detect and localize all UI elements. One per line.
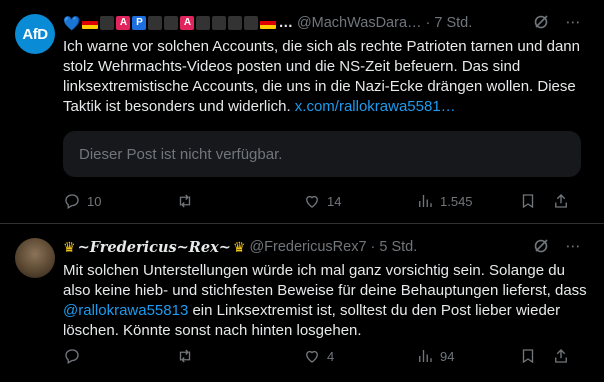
crown-icon: ♛	[232, 238, 246, 255]
reply-button[interactable]	[63, 347, 81, 365]
share-icon	[555, 194, 567, 208]
view-count: 94	[440, 348, 455, 364]
share-button[interactable]	[552, 347, 570, 365]
emoji-icon	[164, 16, 179, 30]
view-count: 1.545	[440, 193, 473, 209]
share-button[interactable]	[552, 192, 570, 210]
repost-button[interactable]	[176, 192, 194, 210]
heart-icon	[306, 195, 318, 208]
emoji-icon	[148, 16, 163, 30]
like-button[interactable]: 4	[303, 347, 334, 365]
views-button[interactable]: 94	[416, 347, 454, 365]
emoji-icon	[100, 16, 115, 30]
emoji-icon	[212, 16, 227, 30]
bookmark-button[interactable]	[519, 192, 537, 210]
like-button[interactable]: 14	[303, 192, 341, 210]
header-icons: ⋯	[532, 13, 582, 31]
handle[interactable]: @FredericusRex7	[249, 239, 366, 255]
letter-a-icon: A	[180, 16, 195, 30]
views-icon	[419, 350, 432, 362]
like-count: 14	[327, 193, 342, 209]
reply-button[interactable]: 10	[63, 192, 101, 210]
mention-link[interactable]: @rallokrawa55813	[63, 302, 188, 319]
action-bar: 4 94	[63, 346, 590, 366]
german-flag-icon	[260, 17, 277, 29]
heart-icon	[306, 350, 318, 363]
timestamp[interactable]: 5 Std.	[379, 239, 417, 255]
tweet-text: Mit solchen Unterstellungen würde ich ma…	[63, 261, 590, 341]
action-bar: 10 14 1.545	[63, 191, 590, 211]
grok-icon[interactable]	[532, 237, 550, 255]
reply-icon	[65, 194, 79, 209]
tweet-header: ♛ ~Fredericus~Rex~ ♛ @FredericusRex7 · 5…	[63, 237, 594, 257]
emoji-icon	[228, 16, 243, 30]
repost-icon	[179, 349, 191, 363]
emoji-icon	[196, 16, 211, 30]
tweet-afd[interactable]: AfD 💙 A P A … @MachWasDara… · 7 Std. ⋯ I…	[0, 0, 604, 224]
bookmark-button[interactable]	[519, 347, 537, 365]
views-button[interactable]: 1.545	[416, 192, 473, 210]
german-flag-icon	[82, 17, 99, 29]
separator: ·	[425, 15, 431, 31]
share-icon	[555, 349, 567, 363]
tweet-link[interactable]: x.com/rallokrawa5581…	[295, 98, 456, 115]
letter-a-icon: A	[116, 16, 131, 30]
afd-logo: AfD	[22, 25, 48, 43]
avatar[interactable]: AfD	[15, 14, 55, 54]
display-name[interactable]: ♛ ~Fredericus~Rex~ ♛	[63, 239, 245, 256]
more-icon[interactable]: ⋯	[564, 237, 582, 255]
crown-icon: ♛	[63, 238, 76, 255]
letter-p-icon: P	[132, 16, 147, 30]
bookmark-icon	[522, 194, 534, 209]
tweet-body-start: Mit solchen Unterstellungen würde ich ma…	[63, 262, 587, 299]
timestamp[interactable]: 7 Std.	[434, 15, 472, 31]
reply-count: 10	[87, 193, 102, 209]
repost-icon	[179, 194, 191, 208]
bookmark-icon	[522, 349, 534, 364]
handle[interactable]: @MachWasDara…	[297, 15, 422, 31]
views-icon	[419, 195, 432, 207]
tweet-header: 💙 A P A … @MachWasDara… · 7 Std. ⋯	[63, 13, 594, 33]
like-count: 4	[327, 348, 335, 364]
more-icon[interactable]: ⋯	[564, 13, 582, 31]
reply-icon	[65, 349, 79, 364]
grok-icon[interactable]	[532, 13, 550, 31]
quoted-post-unavailable[interactable]: Dieser Post ist nicht verfügbar.	[63, 131, 581, 177]
display-name-text: ~Fredericus~Rex~	[77, 238, 231, 256]
separator: ·	[370, 239, 376, 255]
display-name-ellipsis: …	[278, 15, 293, 31]
repost-button[interactable]	[176, 347, 194, 365]
blue-heart-icon: 💙	[63, 14, 81, 31]
avatar[interactable]	[15, 238, 55, 278]
display-name[interactable]: 💙 A P A …	[63, 15, 293, 32]
emoji-icon	[244, 16, 259, 30]
header-icons: ⋯	[532, 237, 582, 255]
quote-unavailable-text: Dieser Post ist nicht verfügbar.	[79, 145, 283, 163]
tweet-text: Ich warne vor solchen Accounts, die sich…	[63, 37, 590, 117]
tweet-fredericus[interactable]: ♛ ~Fredericus~Rex~ ♛ @FredericusRex7 · 5…	[0, 224, 604, 382]
